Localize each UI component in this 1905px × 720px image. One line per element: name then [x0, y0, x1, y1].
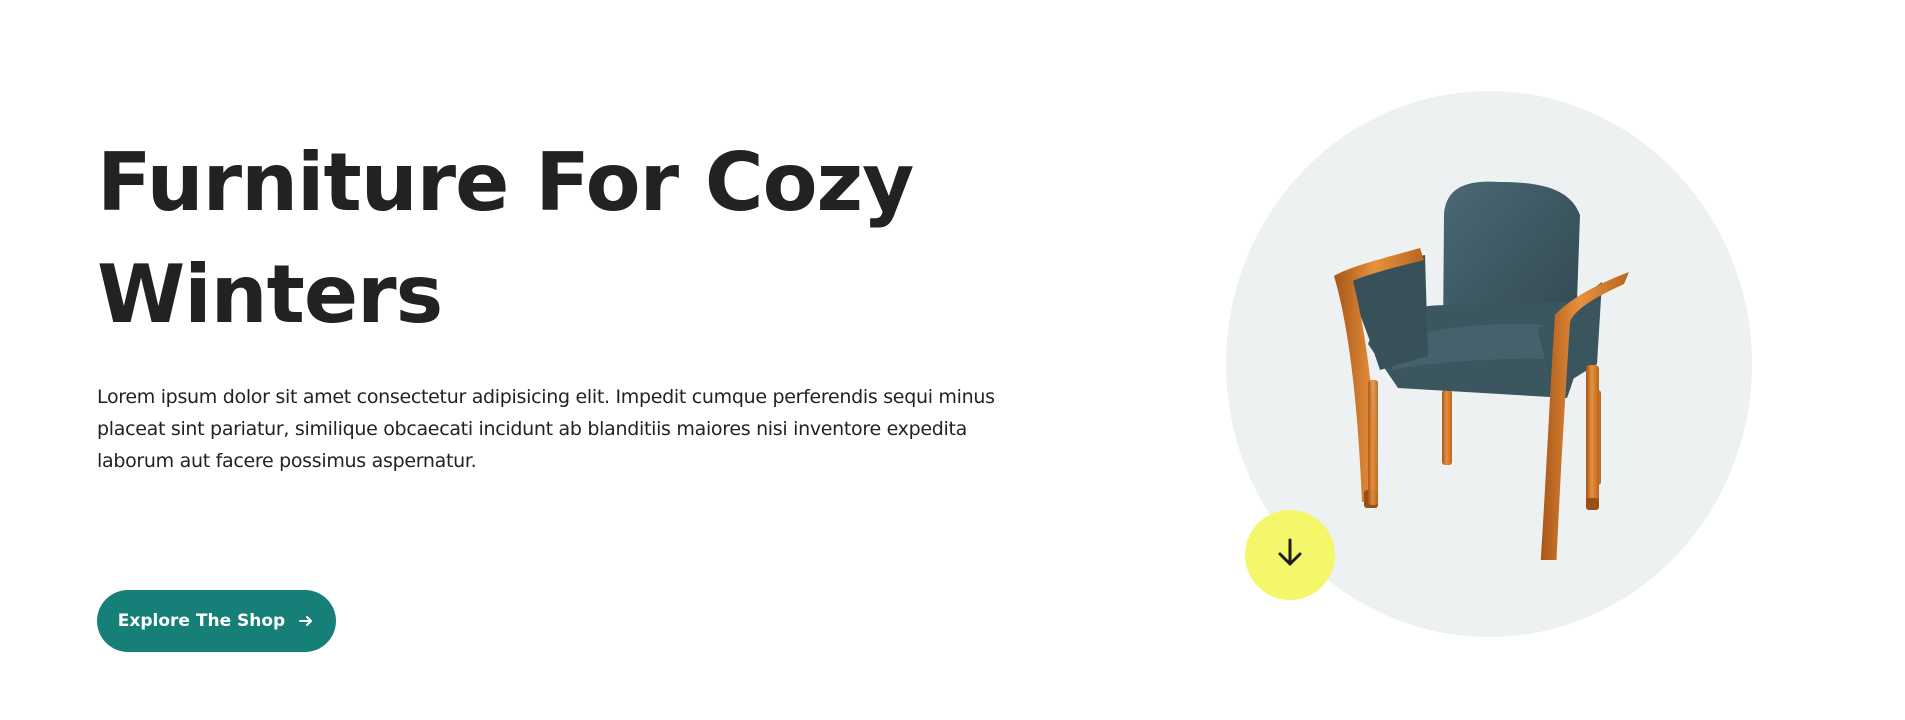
hero-section: Furniture For Cozy Winters Lorem ipsum d… [0, 0, 1905, 720]
hero-title-line-2: Winters [97, 248, 443, 341]
scroll-down-button[interactable] [1245, 510, 1335, 600]
hero-description: Lorem ipsum dolor sit amet consectetur a… [97, 386, 995, 472]
armchair-image [1334, 181, 1629, 560]
explore-shop-button[interactable]: Explore The Shop [97, 590, 336, 652]
explore-shop-label: Explore The Shop [117, 611, 286, 631]
arrow-down-icon [1273, 536, 1307, 574]
hero-title: Furniture For Cozy Winters [97, 127, 997, 351]
arrow-right-icon [297, 612, 315, 630]
hero-title-line-1: Furniture For Cozy [97, 136, 914, 229]
